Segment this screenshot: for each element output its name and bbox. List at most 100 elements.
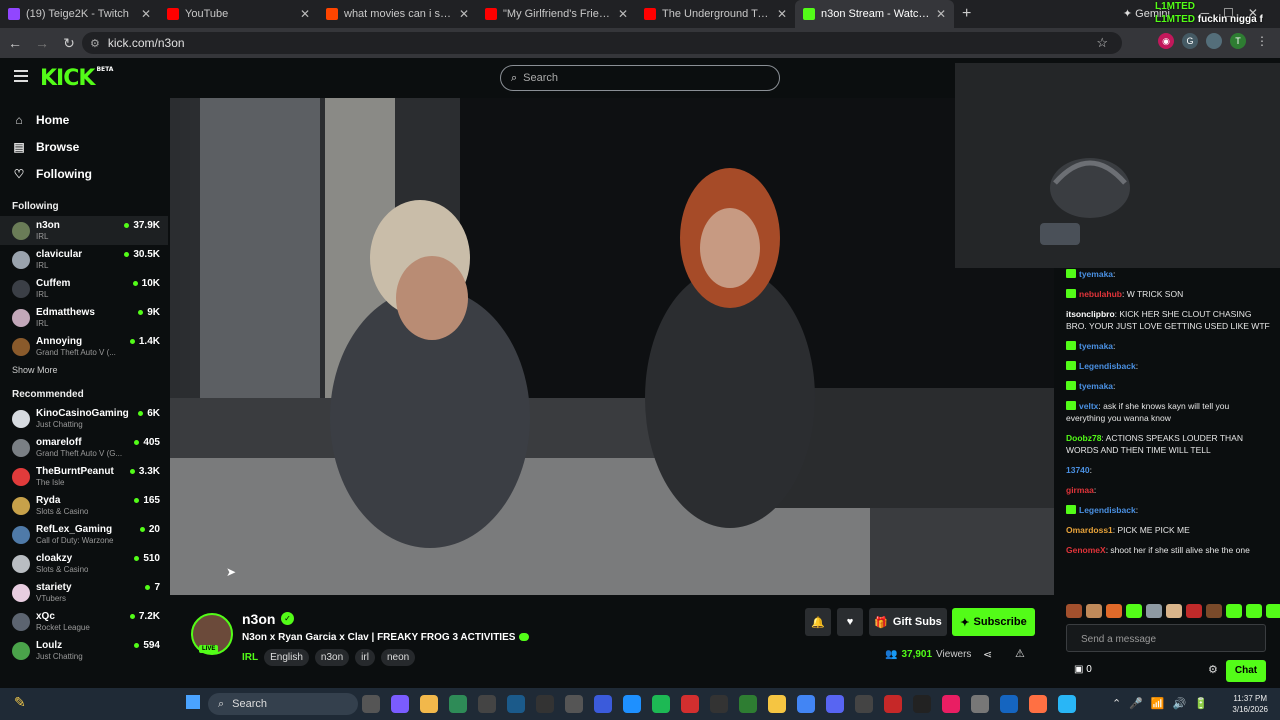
channel-item[interactable]: Loulz Just Chatting 594 xyxy=(0,636,168,665)
emote-icon[interactable] xyxy=(1146,604,1162,618)
streamer-name[interactable]: n3on xyxy=(242,611,275,627)
channel-item[interactable]: Annoying Grand Theft Auto V (... 1.4K xyxy=(0,332,168,361)
channel-item[interactable]: stariety VTubers 7 xyxy=(0,578,168,607)
channel-item[interactable]: RefLex_Gaming Call of Duty: Warzone 20 xyxy=(0,520,168,549)
chat-username[interactable]: 13740 xyxy=(1066,465,1090,475)
reload-icon[interactable]: ↻ xyxy=(57,35,81,52)
close-icon[interactable]: ✕ xyxy=(459,7,469,21)
chat-username[interactable]: veltx xyxy=(1079,401,1098,411)
tag-pill[interactable]: irl xyxy=(355,649,375,666)
app-icon[interactable] xyxy=(971,695,989,713)
channel-item[interactable]: Edmatthews IRL 9K xyxy=(0,303,168,332)
chat-username[interactable]: nebulahub xyxy=(1079,289,1122,299)
forward-arrow-icon[interactable]: → xyxy=(30,35,54,51)
emote-icon[interactable] xyxy=(1066,604,1082,618)
app-icon[interactable] xyxy=(1058,695,1076,713)
app-icon[interactable] xyxy=(855,695,873,713)
tag-pill[interactable]: neon xyxy=(380,649,416,666)
search-input[interactable]: ⌕ Search xyxy=(500,65,780,91)
chat-send-button[interactable]: Chat xyxy=(1226,660,1266,682)
tiktok-icon[interactable] xyxy=(942,695,960,713)
kebab-menu-icon[interactable]: ⋮ xyxy=(1254,33,1270,49)
channel-item[interactable]: TheBurntPeanut The Isle 3.3K xyxy=(0,462,168,491)
close-icon[interactable]: ✕ xyxy=(300,7,310,21)
site-info-icon[interactable]: ⚙ xyxy=(90,37,100,50)
chrome-icon[interactable] xyxy=(797,695,815,713)
emote-icon[interactable] xyxy=(1166,604,1182,618)
url-bar[interactable]: ⚙ kick.com/n3on ☆ xyxy=(82,32,1122,54)
channel-item[interactable]: omareloff Grand Theft Auto V (G... 405 xyxy=(0,433,168,462)
chat-username[interactable]: tyemaka xyxy=(1079,341,1113,351)
app-icon[interactable] xyxy=(739,695,757,713)
opera-icon[interactable] xyxy=(681,695,699,713)
back-arrow-icon[interactable]: ← xyxy=(3,35,27,51)
app-icon[interactable] xyxy=(913,695,931,713)
channel-item[interactable]: Ryda Slots & Casino 165 xyxy=(0,491,168,520)
browser-tab[interactable]: (19) Teige2K - Twitch ✕ xyxy=(0,0,159,28)
app-icon[interactable] xyxy=(1029,695,1047,713)
discord-icon[interactable] xyxy=(826,695,844,713)
chat-username[interactable]: girmaa xyxy=(1066,485,1094,495)
show-more-link[interactable]: Show More xyxy=(0,365,168,375)
file-explorer-icon[interactable] xyxy=(420,695,438,713)
bookmark-star-icon[interactable]: ☆ xyxy=(1096,35,1108,51)
close-icon[interactable]: ✕ xyxy=(777,7,787,21)
app-icon[interactable] xyxy=(478,695,496,713)
follow-heart-button[interactable]: ♥ xyxy=(837,608,863,636)
emote-icon[interactable] xyxy=(1206,604,1222,618)
browser-tab[interactable]: n3on Stream - Watch Live o ✕ xyxy=(795,0,954,28)
edge-icon[interactable] xyxy=(623,695,641,713)
report-warning-icon[interactable]: ⚠ xyxy=(1015,647,1025,660)
taskbar-search[interactable]: ⌕ Search xyxy=(208,693,358,715)
clock[interactable]: 11:37 PM 3/16/2026 xyxy=(1232,693,1268,715)
app-icon[interactable] xyxy=(594,695,612,713)
profile-avatar-icon[interactable] xyxy=(1206,33,1222,49)
points-counter[interactable]: ▣ 0 xyxy=(1074,664,1092,675)
chat-username[interactable]: GenomeX xyxy=(1066,545,1106,555)
close-icon[interactable]: ✕ xyxy=(936,7,946,21)
kick-logo[interactable]: KICK BETA xyxy=(40,66,113,91)
video-player[interactable] xyxy=(170,98,1054,595)
extension-icon[interactable]: ◉ xyxy=(1158,33,1174,49)
close-icon[interactable]: ✕ xyxy=(141,7,151,21)
app-icon[interactable] xyxy=(536,695,554,713)
emote-icon[interactable] xyxy=(1086,604,1102,618)
chat-username[interactable]: tyemaka xyxy=(1079,269,1113,279)
chat-username[interactable]: Legendisback xyxy=(1079,361,1136,371)
emote-icon[interactable] xyxy=(1106,604,1122,618)
channel-item[interactable]: cloakzy Slots & Casino 510 xyxy=(0,549,168,578)
tag-pill[interactable]: n3on xyxy=(314,649,350,666)
app-icon[interactable] xyxy=(884,695,902,713)
start-windows-icon[interactable] xyxy=(186,695,200,709)
channel-item[interactable]: clavicular IRL 30.5K xyxy=(0,245,168,274)
task-view-icon[interactable] xyxy=(362,695,380,713)
profile-icon[interactable]: T xyxy=(1230,33,1246,49)
system-tray-icons[interactable]: ⌃🎤📶🔊🔋 xyxy=(1112,697,1216,710)
chat-message-input[interactable]: Send a message xyxy=(1066,624,1266,652)
widgets-pencil-icon[interactable]: ✎ xyxy=(14,694,26,711)
spotify-icon[interactable] xyxy=(652,695,670,713)
app-icon[interactable] xyxy=(768,695,786,713)
channel-item[interactable]: Cuffem IRL 10K xyxy=(0,274,168,303)
category-link[interactable]: IRL xyxy=(242,652,258,663)
emote-icon[interactable] xyxy=(1246,604,1262,618)
app-icon[interactable] xyxy=(1000,695,1018,713)
tag-pill[interactable]: English xyxy=(264,649,309,666)
subscribe-button[interactable]: ✦ Subscribe xyxy=(952,608,1035,636)
new-tab-button[interactable]: + xyxy=(962,5,971,23)
chat-username[interactable]: tyemaka xyxy=(1079,381,1113,391)
chat-settings-gear-icon[interactable]: ⚙ xyxy=(1208,663,1218,676)
chat-username[interactable]: Legendisback xyxy=(1079,505,1136,515)
emote-icon[interactable] xyxy=(1126,604,1142,618)
browser-tab[interactable]: YouTube ✕ xyxy=(159,0,318,28)
xbox-icon[interactable] xyxy=(449,695,467,713)
close-icon[interactable]: ✕ xyxy=(618,7,628,21)
hamburger-menu-icon[interactable] xyxy=(14,70,28,82)
browser-tab[interactable]: what movies can i stream : r/Ki ✕ xyxy=(318,0,477,28)
copilot-icon[interactable] xyxy=(391,695,409,713)
emote-icon[interactable] xyxy=(1226,604,1242,618)
chat-username[interactable]: Doobz78 xyxy=(1066,433,1101,443)
settings-icon[interactable] xyxy=(565,695,583,713)
notification-bell-button[interactable]: 🔔 xyxy=(805,608,831,636)
app-icon[interactable] xyxy=(710,695,728,713)
